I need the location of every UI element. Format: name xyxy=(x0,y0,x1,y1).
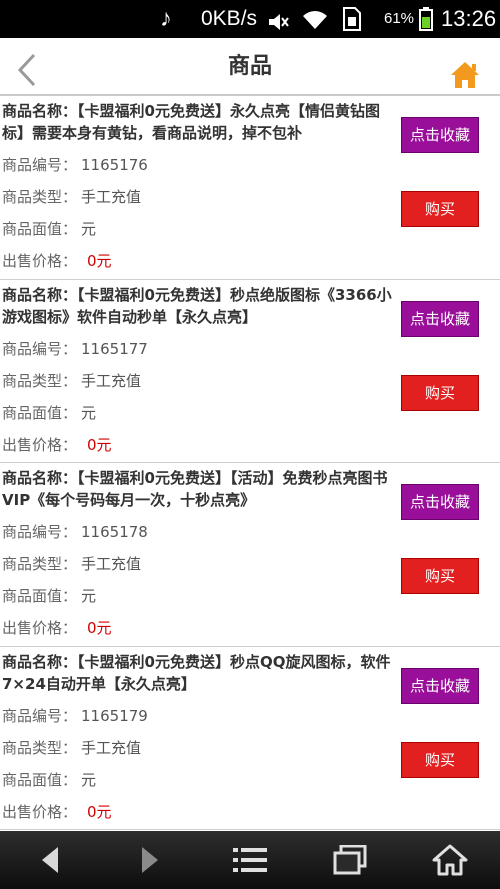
face-value-label: 商品面值： xyxy=(2,403,78,422)
face-value: 元 xyxy=(81,220,97,238)
list-item: 商品名称：【卡盟福利0元免费送】秒点QQ旋风图标，软件7×24自动开单【永久点亮… xyxy=(0,647,500,830)
home-icon[interactable] xyxy=(400,831,500,889)
face-value-row: 商品面值：元 xyxy=(2,585,96,607)
bottom-navigation-bar xyxy=(0,831,500,889)
product-code-row: 商品编号： 1165177 xyxy=(2,338,148,360)
price-row: 出售价格： 0元 xyxy=(2,801,112,823)
face-value: 元 xyxy=(81,403,97,422)
product-name: 商品名称：【卡盟福利0元免费送】【活动】免费秒点亮图书VIP《每个号码每月一次，… xyxy=(2,469,388,509)
forward-icon[interactable] xyxy=(100,831,200,889)
product-code: 1165176 xyxy=(81,156,148,174)
face-value-label: 商品面值： xyxy=(2,587,78,605)
type-label: 商品类型： xyxy=(2,371,78,390)
product-type: 手工充值 xyxy=(81,555,142,573)
list-item: 商品名称：【卡盟福利0元免费送】【活动】免费秒点亮图书VIP《每个号码每月一次，… xyxy=(0,463,500,647)
price: 0元 xyxy=(87,435,112,454)
type-label: 商品类型： xyxy=(2,738,78,757)
wifi-icon xyxy=(302,7,328,31)
price-label: 出售价格： xyxy=(2,619,78,637)
face-value-label: 商品面值： xyxy=(2,770,78,789)
product-type: 手工充值 xyxy=(81,188,142,206)
price: 0元 xyxy=(87,252,112,270)
code-label: 商品编号： xyxy=(2,523,78,541)
product-type: 手工充值 xyxy=(81,371,142,390)
product-type-row: 商品类型： 手工充值 xyxy=(2,186,141,208)
header: 商品 xyxy=(0,38,500,96)
face-value-row: 商品面值：元 xyxy=(2,769,96,791)
favorite-button[interactable]: 点击收藏 xyxy=(401,667,479,704)
product-name: 商品名称：【卡盟福利0元免费送】永久点亮【情侣黄钻图标】需要本身有黄钻，看商品说… xyxy=(2,102,380,142)
product-name: 商品名称：【卡盟福利0元免费送】秒点绝版图标《3366小游戏图标》软件自动秒单【… xyxy=(2,285,392,326)
product-name: 商品名称：【卡盟福利0元免费送】秒点QQ旋风图标，软件7×24自动开单【永久点亮… xyxy=(2,652,391,693)
product-code: 1165178 xyxy=(81,523,148,541)
product-code-row: 商品编号： 1165176 xyxy=(2,154,148,176)
product-list: 商品名称：【卡盟福利0元免费送】永久点亮【情侣黄钻图标】需要本身有黄钻，看商品说… xyxy=(0,96,500,830)
music-muted-icon: ♪ xyxy=(160,5,172,32)
home-icon[interactable] xyxy=(449,60,481,90)
price-label: 出售价格： xyxy=(2,435,78,454)
list-item: 商品名称：【卡盟福利0元免费送】秒点绝版图标《3366小游戏图标》软件自动秒单【… xyxy=(0,280,500,463)
net-speed: 0KB/s xyxy=(201,7,258,30)
code-label: 商品编号： xyxy=(2,156,78,174)
buy-button[interactable]: 购买 xyxy=(401,374,479,411)
volume-muted-icon xyxy=(268,9,290,30)
favorite-button[interactable]: 点击收藏 xyxy=(401,484,479,520)
product-type-row: 商品类型： 手工充值 xyxy=(2,370,141,392)
code-label: 商品编号： xyxy=(2,706,78,725)
code-label: 商品编号： xyxy=(2,339,78,358)
price-label: 出售价格： xyxy=(2,252,78,270)
price: 0元 xyxy=(87,619,112,637)
list-item: 商品名称：【卡盟福利0元免费送】永久点亮【情侣黄钻图标】需要本身有黄钻，看商品说… xyxy=(0,96,500,280)
price-row: 出售价格： 0元 xyxy=(2,434,112,456)
price-row: 出售价格： 0元 xyxy=(2,617,112,639)
clock: 13:26 xyxy=(441,6,497,31)
buy-button[interactable]: 购买 xyxy=(401,741,479,778)
recent-apps-icon[interactable] xyxy=(300,831,400,889)
favorite-button[interactable]: 点击收藏 xyxy=(401,117,479,153)
price-label: 出售价格： xyxy=(2,802,78,821)
product-type-row: 商品类型： 手工充值 xyxy=(2,737,141,759)
buy-button[interactable]: 购买 xyxy=(401,191,479,227)
product-code: 1165179 xyxy=(81,706,148,725)
sim-icon xyxy=(343,7,361,31)
face-value-row: 商品面值：元 xyxy=(2,218,96,240)
product-code-row: 商品编号： 1165178 xyxy=(2,521,148,543)
battery-percent: 61% xyxy=(384,10,415,27)
product-code-row: 商品编号： 1165179 xyxy=(2,705,148,727)
product-type-row: 商品类型： 手工充值 xyxy=(2,553,141,575)
face-value: 元 xyxy=(81,587,97,605)
battery-icon xyxy=(419,7,433,31)
status-bar: ♪ 0KB/s 61% 13:26 xyxy=(0,0,500,38)
product-type: 手工充值 xyxy=(81,738,142,757)
type-label: 商品类型： xyxy=(2,188,78,206)
product-code: 1165177 xyxy=(81,339,148,358)
price: 0元 xyxy=(87,802,112,821)
price-row: 出售价格： 0元 xyxy=(2,250,112,272)
face-value: 元 xyxy=(81,770,97,789)
face-value-row: 商品面值：元 xyxy=(2,402,96,424)
favorite-button[interactable]: 点击收藏 xyxy=(401,300,479,337)
face-value-label: 商品面值： xyxy=(2,220,78,238)
buy-button[interactable]: 购买 xyxy=(401,558,479,594)
back-icon[interactable] xyxy=(0,831,100,889)
type-label: 商品类型： xyxy=(2,555,78,573)
page-title: 商品 xyxy=(227,54,272,79)
menu-icon[interactable] xyxy=(200,831,300,889)
